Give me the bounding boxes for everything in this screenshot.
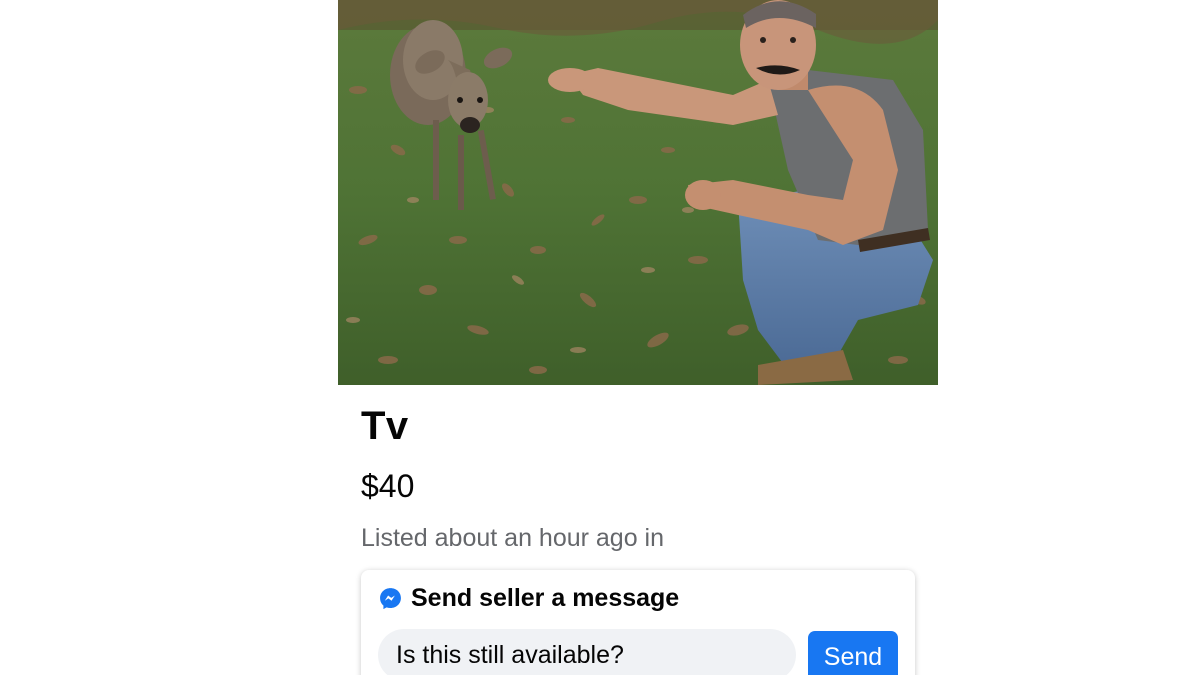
send-message-header: Send seller a message xyxy=(378,584,679,613)
send-message-label: Send seller a message xyxy=(411,584,680,612)
listing-title: Tv xyxy=(361,404,409,448)
send-button[interactable]: Send xyxy=(808,631,898,675)
marketplace-listing-page: Tv $40 Listed about an hour ago in Send … xyxy=(0,0,1200,675)
messenger-icon xyxy=(378,586,403,611)
listed-time-text: Listed about an hour ago in xyxy=(361,524,665,552)
send-message-card: Send seller a message Send xyxy=(361,570,915,675)
listing-price: $40 xyxy=(361,468,415,504)
listing-photo[interactable] xyxy=(338,0,938,385)
message-input[interactable] xyxy=(378,629,796,675)
